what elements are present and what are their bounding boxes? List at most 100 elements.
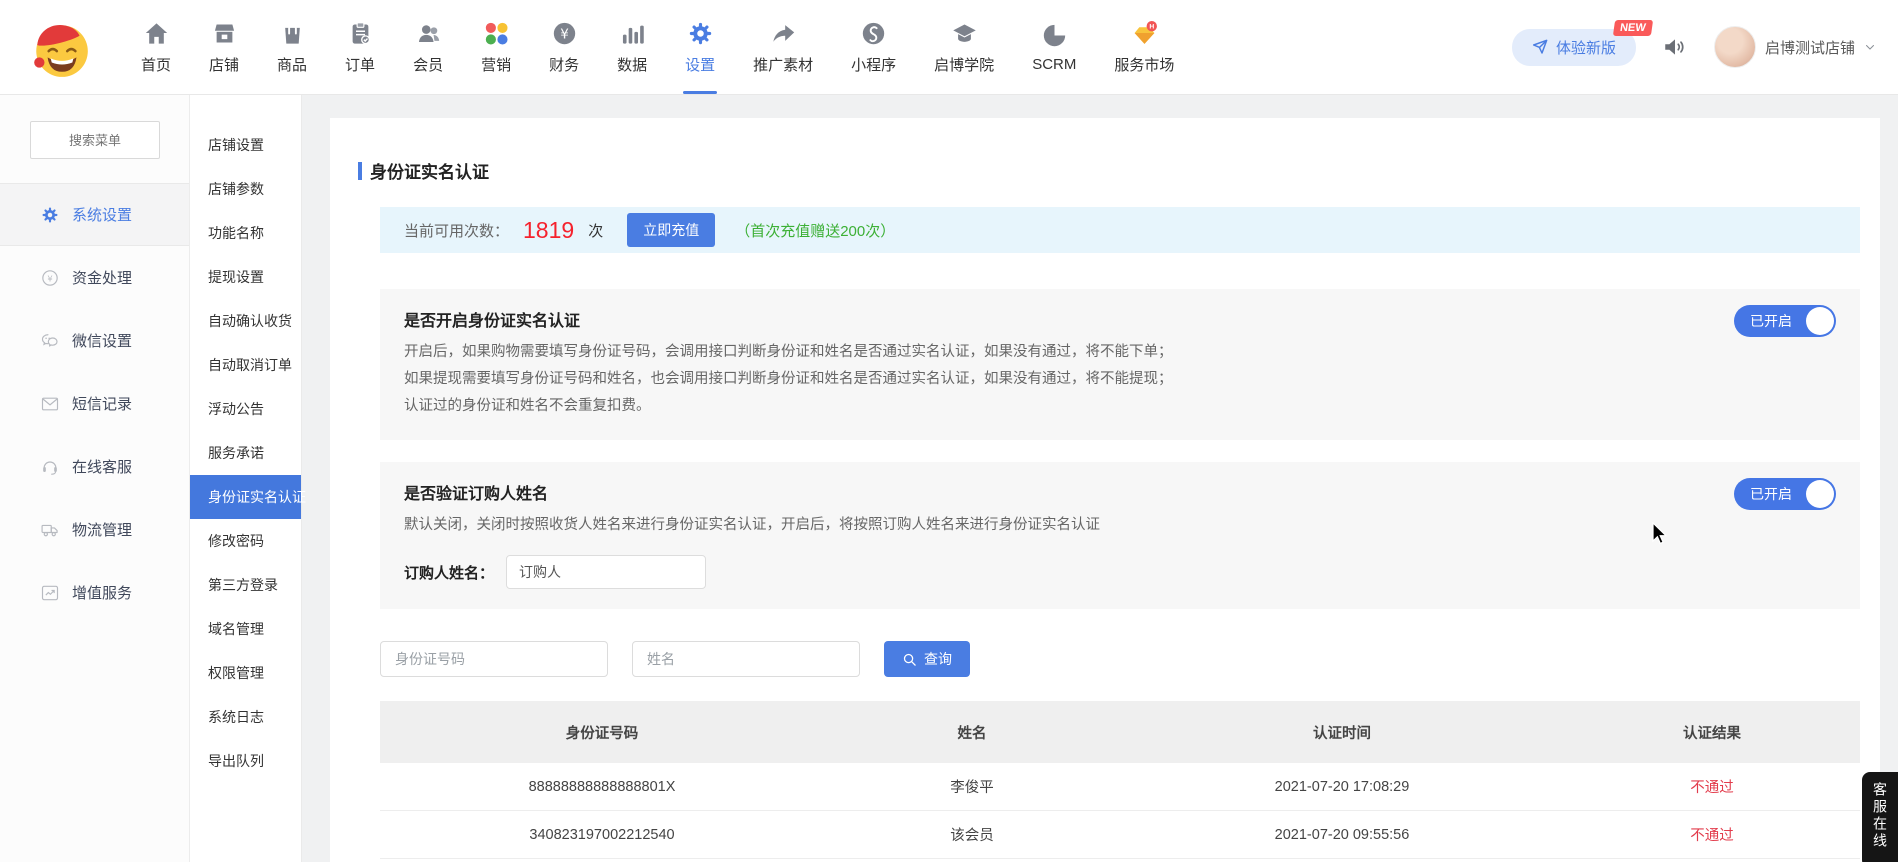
toggle-label: 已开启 xyxy=(1750,484,1792,504)
recharge-button[interactable]: 立即充值 xyxy=(627,213,715,247)
quota-count: 1819 xyxy=(523,217,574,244)
nav-item-home[interactable]: 首页 xyxy=(122,0,190,94)
sidebar-item-system-settings[interactable]: 系统设置 xyxy=(0,183,189,246)
nav-label: 店铺 xyxy=(209,54,239,75)
sidebar-item-label: 增值服务 xyxy=(72,582,132,603)
id-auth-toggle[interactable]: 已开启 xyxy=(1734,305,1836,337)
orderer-name-input[interactable] xyxy=(506,555,706,589)
sidebar-item-label: 短信记录 xyxy=(72,393,132,414)
title-accent-bar xyxy=(358,162,362,180)
submenu-item-auto-confirm[interactable]: 自动确认收货 xyxy=(190,299,301,343)
query-button[interactable]: 查询 xyxy=(884,641,970,677)
announcement-speaker-icon[interactable] xyxy=(1662,34,1688,60)
cell-time: 2021-07-20 09:55:56 xyxy=(1120,827,1564,843)
sidebar-item-wechat[interactable]: 微信设置 xyxy=(0,309,189,372)
rocket-icon xyxy=(1532,39,1548,55)
mail-icon xyxy=(40,394,60,414)
sidebar-item-label: 资金处理 xyxy=(72,267,132,288)
trend-chart-icon xyxy=(40,583,60,603)
nav-label: SCRM xyxy=(1032,56,1076,73)
submenu-item-domain[interactable]: 域名管理 xyxy=(190,607,301,651)
cell-time: 2021-07-20 17:08:29 xyxy=(1120,779,1564,795)
nav-item-goods[interactable]: 商品 xyxy=(258,0,326,94)
submenu-item-feature-names[interactable]: 功能名称 xyxy=(190,211,301,255)
toggle-knob xyxy=(1806,480,1834,508)
yuan-circle-icon: ¥ xyxy=(40,268,60,288)
truck-icon xyxy=(40,520,60,540)
quota-bar: 当前可用次数： 1819 次 立即充值 （首次充值赠送200次） xyxy=(380,207,1860,253)
nav-label: 首页 xyxy=(141,54,171,75)
first-recharge-bonus-note: （首次充值赠送200次） xyxy=(735,220,895,241)
nav-label: 财务 xyxy=(549,54,579,75)
sidebar-item-funds[interactable]: ¥ 资金处理 xyxy=(0,246,189,309)
submenu-item-service-promise[interactable]: 服务承诺 xyxy=(190,431,301,475)
nav-item-finance[interactable]: ¥ 财务 xyxy=(530,0,598,94)
id-number-search-input[interactable] xyxy=(380,641,608,677)
submenu-item-permissions[interactable]: 权限管理 xyxy=(190,651,301,695)
submenu-item-shop-params[interactable]: 店铺参数 xyxy=(190,167,301,211)
submenu-item-third-party-login[interactable]: 第三方登录 xyxy=(190,563,301,607)
sidebar-item-label: 物流管理 xyxy=(72,519,132,540)
nav-item-shop[interactable]: 店铺 xyxy=(190,0,258,94)
market-gem-icon: H xyxy=(1131,20,1158,47)
store-name: 启博测试店铺 xyxy=(1765,37,1855,58)
try-new-version-button[interactable]: 体验新版 NEW xyxy=(1512,29,1636,66)
submenu-item-id-verification[interactable]: 身份证实名认证 xyxy=(190,475,301,519)
new-badge: NEW xyxy=(1613,20,1653,36)
sidebar-item-value-added[interactable]: 增值服务 xyxy=(0,561,189,624)
col-header-name: 姓名 xyxy=(824,722,1120,743)
gear-icon xyxy=(40,205,60,225)
submenu-item-withdrawal[interactable]: 提现设置 xyxy=(190,255,301,299)
academy-cap-icon xyxy=(951,20,978,47)
nav-item-members[interactable]: 会员 xyxy=(394,0,462,94)
nav-item-data[interactable]: 数据 xyxy=(598,0,666,94)
chevron-down-icon xyxy=(1864,41,1876,53)
nav-item-scrm[interactable]: SCRM xyxy=(1013,0,1095,94)
submenu-item-auto-cancel[interactable]: 自动取消订单 xyxy=(190,343,301,387)
order-clipboard-icon xyxy=(347,20,374,47)
top-navbar: 首页 店铺 商品 订单 会员 营销 ¥ 财务 数据 xyxy=(0,0,1898,95)
col-header-result: 认证结果 xyxy=(1564,722,1860,743)
sidebar-item-label: 在线客服 xyxy=(72,456,132,477)
nav-item-marketing[interactable]: 营销 xyxy=(462,0,530,94)
nav-item-orders[interactable]: 订单 xyxy=(326,0,394,94)
orderer-name-toggle[interactable]: 已开启 xyxy=(1734,478,1836,510)
brand-logo-icon[interactable] xyxy=(28,14,94,80)
orderer-name-label: 订购人姓名： xyxy=(404,562,494,583)
nav-label: 会员 xyxy=(413,54,443,75)
nav-item-market[interactable]: H 服务市场 xyxy=(1095,0,1193,94)
section-desc-line: 开启后，如果购物需要填写身份证号码，会调用接口判断身份证和姓名是否通过实名认证，… xyxy=(404,339,1836,366)
table-row: 340823197002212540 该会员 2021-07-20 09:55:… xyxy=(380,811,1860,859)
sidebar-item-logistics[interactable]: 物流管理 xyxy=(0,498,189,561)
submenu-item-system-log[interactable]: 系统日志 xyxy=(190,695,301,739)
sidebar-item-sms[interactable]: 短信记录 xyxy=(0,372,189,435)
search-icon xyxy=(902,652,917,667)
submenu-item-shop-settings[interactable]: 店铺设置 xyxy=(190,123,301,167)
cell-result: 不通过 xyxy=(1564,824,1860,845)
marketing-dots-icon xyxy=(483,20,510,47)
store-avatar xyxy=(1714,26,1756,68)
account-menu[interactable]: 启博测试店铺 xyxy=(1714,26,1876,68)
customer-service-tab[interactable]: 客服在线 xyxy=(1862,772,1898,862)
nav-label: 推广素材 xyxy=(753,54,813,75)
section-desc-line: 认证过的身份证和姓名不会重复扣费。 xyxy=(404,393,1836,420)
nav-item-academy[interactable]: 启博学院 xyxy=(915,0,1013,94)
menu-search-input[interactable] xyxy=(30,121,160,159)
nav-item-settings[interactable]: 设置 xyxy=(666,0,734,94)
shop-icon xyxy=(211,20,238,47)
submenu-item-change-password[interactable]: 修改密码 xyxy=(190,519,301,563)
submenu-item-floating-notice[interactable]: 浮动公告 xyxy=(190,387,301,431)
nav-label: 启博学院 xyxy=(934,54,994,75)
nav-label: 订单 xyxy=(345,54,375,75)
cell-id: 340823197002212540 xyxy=(380,827,824,843)
name-search-input[interactable] xyxy=(632,641,860,677)
submenu-item-export-queue[interactable]: 导出队列 xyxy=(190,739,301,783)
nav-item-miniprogram[interactable]: 小程序 xyxy=(832,0,915,94)
goods-bag-icon xyxy=(279,20,306,47)
nav-item-promo[interactable]: 推广素材 xyxy=(734,0,832,94)
sidebar-item-customer-service[interactable]: 在线客服 xyxy=(0,435,189,498)
page-title-text: 身份证实名认证 xyxy=(370,158,489,183)
nav-label: 设置 xyxy=(685,54,715,75)
left-sidebar: 系统设置 ¥ 资金处理 微信设置 短信记录 在线客服 物流管理 增值服务 xyxy=(0,95,190,862)
nav-right-area: 体验新版 NEW 启博测试店铺 xyxy=(1512,0,1876,94)
